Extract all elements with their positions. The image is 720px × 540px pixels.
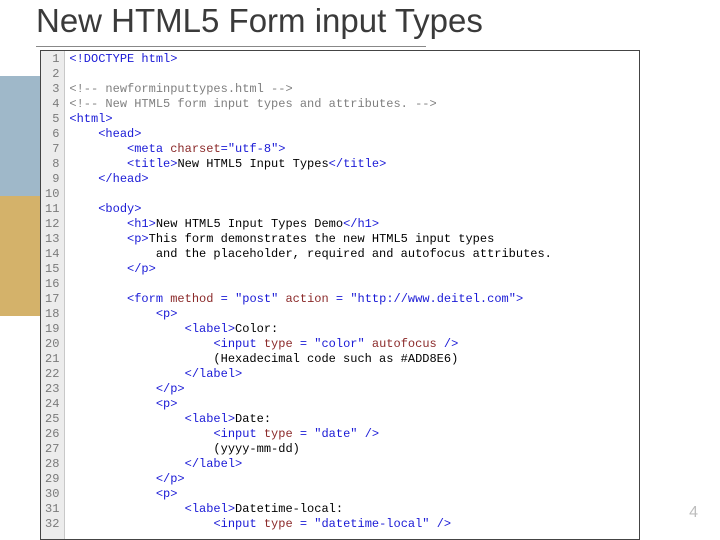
code-line: <title>New HTML5 Input Types</title> <box>69 157 635 172</box>
code-line: <html> <box>69 112 635 127</box>
title-underline <box>36 46 426 47</box>
line-number: 32 <box>45 517 59 532</box>
line-number: 7 <box>45 142 59 157</box>
code-line: <p> <box>69 397 635 412</box>
line-number: 2 <box>45 67 59 82</box>
code-line: <label>Datetime-local: <box>69 502 635 517</box>
slide: New HTML5 Form input Types 1234567891011… <box>0 0 720 540</box>
sidebar-accent-blue <box>0 76 40 196</box>
line-number: 31 <box>45 502 59 517</box>
line-number: 19 <box>45 322 59 337</box>
code-line: <label>Color: <box>69 322 635 337</box>
line-number: 13 <box>45 232 59 247</box>
code-line: <!DOCTYPE html> <box>69 52 635 67</box>
line-number: 26 <box>45 427 59 442</box>
code-line: <input type = "color" autofocus /> <box>69 337 635 352</box>
code-line: <input type = "date" /> <box>69 427 635 442</box>
line-number: 4 <box>45 97 59 112</box>
line-number: 8 <box>45 157 59 172</box>
line-number: 27 <box>45 442 59 457</box>
line-number: 25 <box>45 412 59 427</box>
line-number: 5 <box>45 112 59 127</box>
page-number: 4 <box>689 504 698 522</box>
line-number: 21 <box>45 352 59 367</box>
line-number: 30 <box>45 487 59 502</box>
code-line: <head> <box>69 127 635 142</box>
code-line: and the placeholder, required and autofo… <box>69 247 635 262</box>
line-number: 22 <box>45 367 59 382</box>
line-number: 6 <box>45 127 59 142</box>
line-number: 28 <box>45 457 59 472</box>
code-line: (Hexadecimal code such as #ADD8E6) <box>69 352 635 367</box>
line-number: 11 <box>45 202 59 217</box>
code-line: <form method = "post" action = "http://w… <box>69 292 635 307</box>
code-line <box>69 277 635 292</box>
code-line <box>69 67 635 82</box>
code-line: <p> <box>69 487 635 502</box>
line-number: 24 <box>45 397 59 412</box>
code-line: <body> <box>69 202 635 217</box>
line-number-gutter: 1234567891011121314151617181920212223242… <box>41 51 65 539</box>
line-number: 17 <box>45 292 59 307</box>
code-content: <!DOCTYPE html> <!-- newforminputtypes.h… <box>65 51 639 539</box>
line-number: 9 <box>45 172 59 187</box>
line-number: 16 <box>45 277 59 292</box>
line-number: 15 <box>45 262 59 277</box>
code-line: </head> <box>69 172 635 187</box>
code-line: <h1>New HTML5 Input Types Demo</h1> <box>69 217 635 232</box>
line-number: 12 <box>45 217 59 232</box>
code-line: </p> <box>69 262 635 277</box>
code-line: <p>This form demonstrates the new HTML5 … <box>69 232 635 247</box>
line-number: 14 <box>45 247 59 262</box>
code-editor: 1234567891011121314151617181920212223242… <box>40 50 640 540</box>
line-number: 23 <box>45 382 59 397</box>
sidebar-accent-gold <box>0 196 40 316</box>
code-line: </p> <box>69 472 635 487</box>
code-line: <!-- newforminputtypes.html --> <box>69 82 635 97</box>
code-line: </label> <box>69 457 635 472</box>
code-line: <p> <box>69 307 635 322</box>
line-number: 3 <box>45 82 59 97</box>
code-line: <meta charset="utf-8"> <box>69 142 635 157</box>
code-line: <!-- New HTML5 form input types and attr… <box>69 97 635 112</box>
code-line: <label>Date: <box>69 412 635 427</box>
code-line: </p> <box>69 382 635 397</box>
slide-title: New HTML5 Form input Types <box>36 2 680 44</box>
code-line: <input type = "datetime-local" /> <box>69 517 635 532</box>
code-line: </label> <box>69 367 635 382</box>
line-number: 10 <box>45 187 59 202</box>
line-number: 29 <box>45 472 59 487</box>
code-line <box>69 187 635 202</box>
line-number: 18 <box>45 307 59 322</box>
title-block: New HTML5 Form input Types <box>36 2 680 47</box>
line-number: 20 <box>45 337 59 352</box>
line-number: 1 <box>45 52 59 67</box>
code-line: (yyyy-mm-dd) <box>69 442 635 457</box>
